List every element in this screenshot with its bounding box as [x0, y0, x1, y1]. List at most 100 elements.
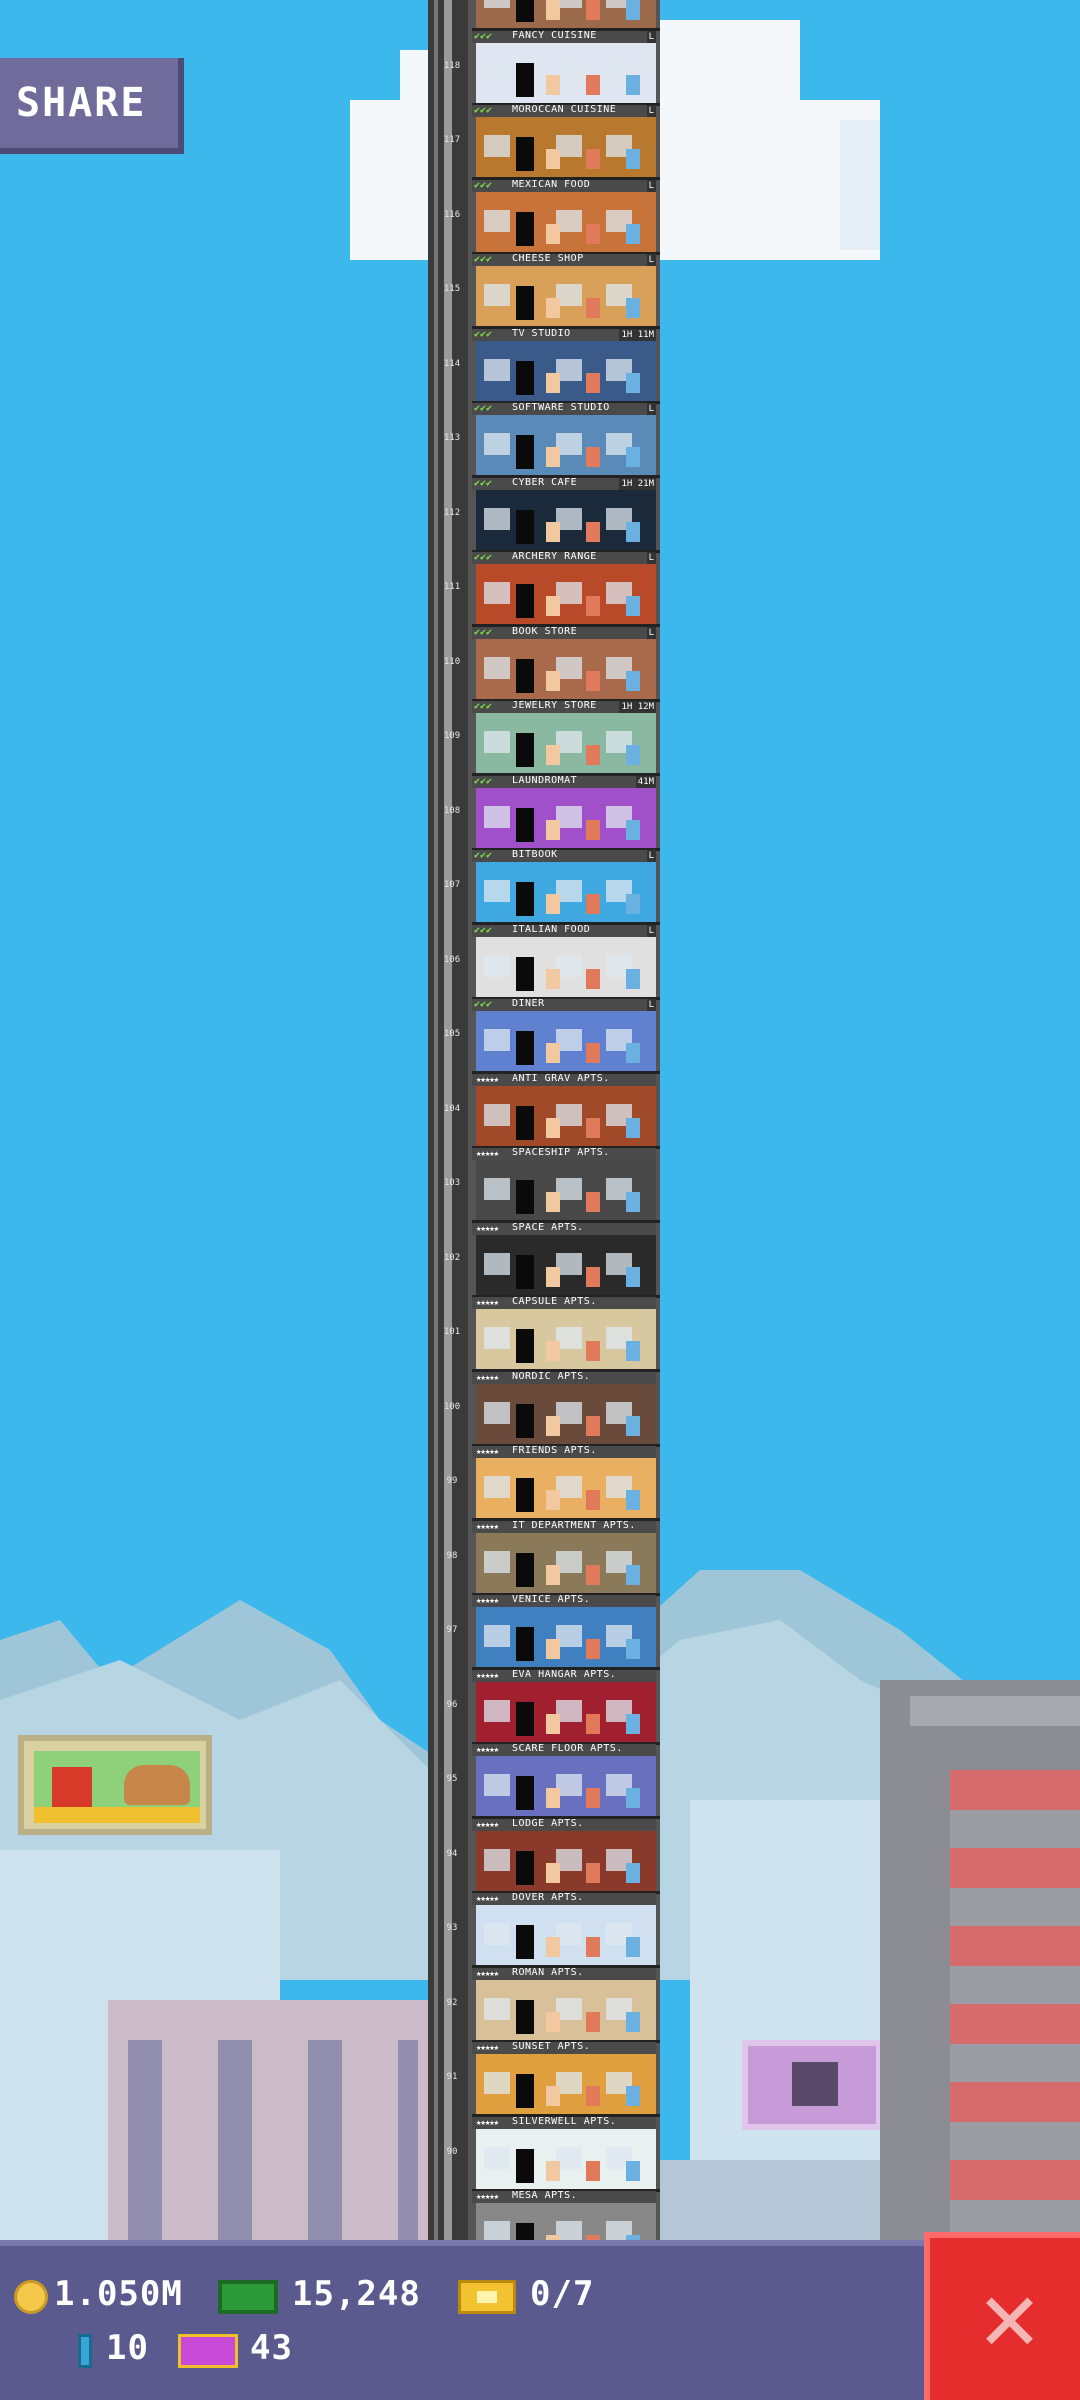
floor-room[interactable]	[476, 862, 656, 922]
floor-room[interactable]	[476, 1905, 656, 1965]
floor-row[interactable]: ★★★★★ CAPSULE APTS. 101	[428, 1296, 660, 1372]
floor-room[interactable]	[476, 415, 656, 475]
door	[516, 1180, 534, 1214]
share-button[interactable]: SHARE	[0, 58, 184, 154]
door	[516, 0, 534, 22]
floor-room[interactable]	[476, 2128, 656, 2189]
floor-row[interactable]: ★★★★★ SILVERWELL APTS. 90	[428, 2116, 660, 2192]
floor-room[interactable]	[476, 1532, 656, 1593]
floor-row[interactable]: ✔✔✔ ITALIAN FOOD L 106	[428, 924, 660, 1000]
floor-row[interactable]: ★★★★★ SUNSET APTS. 91	[428, 2041, 660, 2117]
floor-row[interactable]: ✔✔✔ LAUNDROMAT 41M 108	[428, 775, 660, 851]
floor-room[interactable]	[476, 42, 656, 103]
floor-room[interactable]	[476, 2054, 656, 2114]
floor-row[interactable]: ★★★★★ SCARE FLOOR APTS. 95	[428, 1743, 660, 1819]
floor-name: DOVER APTS.	[512, 1892, 584, 1903]
floor-status-icon: ★★★★★	[476, 2192, 499, 2202]
floor-room[interactable]	[476, 0, 656, 28]
door	[516, 137, 534, 171]
floor-row[interactable]: ★★★★★ ANTI GRAV APTS. 104	[428, 1073, 660, 1149]
bitizen	[586, 1788, 600, 1808]
floor-row[interactable]: ★★★★★ MESA APTS.	[428, 2190, 660, 2240]
bitizen	[586, 74, 600, 95]
floor-room[interactable]	[476, 638, 656, 699]
floor-status-icon: ★★★★★	[476, 1521, 499, 1532]
floor-room[interactable]	[476, 117, 656, 177]
floor-status-icon: ★★★★★	[476, 1372, 499, 1383]
floor-row[interactable]: ★★★★★ SPACESHIP APTS. 103	[428, 1147, 660, 1223]
floor-room[interactable]	[476, 936, 656, 997]
bitizen	[626, 1937, 640, 1957]
floor-room[interactable]	[476, 489, 656, 550]
floor-room[interactable]	[476, 1011, 656, 1071]
door	[516, 435, 534, 469]
bitizen	[626, 521, 640, 542]
bitizen	[626, 968, 640, 989]
floor-timer: L	[646, 850, 656, 862]
floor-row[interactable]: ✔✔✔ BITBOOK L 107	[428, 849, 660, 925]
floor-room[interactable]	[476, 564, 656, 624]
floor-row[interactable]: ✔✔✔119	[428, 0, 660, 31]
cloud	[840, 120, 880, 250]
floor-room[interactable]	[476, 1979, 656, 2040]
floor-row[interactable]: ✔✔✔ MOROCCAN CUISINE L 117	[428, 104, 660, 180]
tower[interactable]: ✔✔✔119✔✔✔FANCY CUISINEL118✔✔✔MOROCCAN CU…	[428, 0, 660, 2240]
bux-count: 15,248	[292, 2274, 421, 2314]
bitizen	[546, 298, 560, 318]
bitizen	[626, 894, 640, 914]
floor-row[interactable]: ★★★★★ IT DEPARTMENT APTS. 98	[428, 1520, 660, 1596]
floor-row[interactable]: ★★★★★ NORDIC APTS. 100	[428, 1371, 660, 1447]
floor-row[interactable]: ★★★★★ DOVER APTS. 93	[428, 1892, 660, 1968]
bitizen	[626, 1192, 640, 1212]
floor-row[interactable]: ✔✔✔ BOOK STORE L 110	[428, 626, 660, 702]
floor-row[interactable]: ★★★★★ SPACE APTS. 102	[428, 1222, 660, 1298]
floor-row[interactable]: ✔✔✔ JEWELRY STORE 1H 12M 109	[428, 700, 660, 776]
floor-room[interactable]	[476, 1160, 656, 1220]
floor-room[interactable]	[476, 266, 656, 326]
floor-status-icon: ★★★★★	[476, 1447, 499, 1457]
floor-row[interactable]: ★★★★★ FRIENDS APTS. 99	[428, 1445, 660, 1521]
floor-row[interactable]: ✔✔✔ TV STUDIO 1H 11M 114	[428, 328, 660, 404]
floor-number: 96	[446, 1699, 458, 1710]
floor-row[interactable]: ✔✔✔ MEXICAN FOOD L 116	[428, 179, 660, 255]
door	[516, 1776, 534, 1810]
bitizen	[626, 74, 640, 95]
floor-row[interactable]: ✔✔✔ DINER L 105	[428, 998, 660, 1074]
floor-room[interactable]	[476, 2203, 656, 2240]
floor-row[interactable]: ✔✔✔ FANCY CUISINE L 118	[428, 30, 660, 106]
floor-room[interactable]	[476, 713, 656, 773]
floor-room[interactable]	[476, 1681, 656, 1742]
floor-room[interactable]	[476, 1830, 656, 1891]
floor-room[interactable]	[476, 1607, 656, 1667]
floor-room[interactable]	[476, 787, 656, 848]
floor-room[interactable]	[476, 1756, 656, 1816]
floor-room[interactable]	[476, 340, 656, 401]
bitizen	[546, 447, 560, 467]
floor-row[interactable]: ★★★★★ ROMAN APTS. 92	[428, 1967, 660, 2043]
game-scene[interactable]: SHARE ✔✔✔119✔✔✔FANCY CUISINEL118✔✔✔MOROC…	[0, 0, 1080, 2240]
floor-row[interactable]: ★★★★★ LODGE APTS. 94	[428, 1818, 660, 1894]
floor-room[interactable]	[476, 1085, 656, 1146]
floor-row[interactable]: ✔✔✔ ARCHERY RANGE L 111	[428, 551, 660, 627]
bitizen	[626, 298, 640, 318]
floor-row[interactable]: ✔✔✔ CYBER CAFE 1H 21M 112	[428, 477, 660, 553]
bitizen	[626, 447, 640, 467]
floor-room[interactable]	[476, 1458, 656, 1518]
bitizen	[586, 1490, 600, 1510]
floor-row[interactable]: ★★★★★ VENICE APTS. 97	[428, 1594, 660, 1670]
floor-room[interactable]	[476, 1383, 656, 1444]
close-icon: ✕	[976, 2276, 1044, 2369]
door	[516, 1627, 534, 1661]
bitizen	[626, 1415, 640, 1436]
close-button[interactable]: ✕	[924, 2232, 1080, 2400]
bitizen	[626, 1713, 640, 1734]
floor-number: 113	[443, 433, 461, 443]
floor-room[interactable]	[476, 191, 656, 252]
floor-row[interactable]: ✔✔✔ SOFTWARE STUDIO L 113	[428, 402, 660, 478]
floor-row[interactable]: ✔✔✔ CHEESE SHOP L 115	[428, 253, 660, 329]
floor-room[interactable]	[476, 1234, 656, 1295]
floor-status-icon: ★★★★★	[476, 1670, 499, 1681]
floor-row[interactable]: ★★★★★ EVA HANGAR APTS. 96	[428, 1669, 660, 1745]
floor-room[interactable]	[476, 1309, 656, 1369]
door	[516, 509, 534, 544]
